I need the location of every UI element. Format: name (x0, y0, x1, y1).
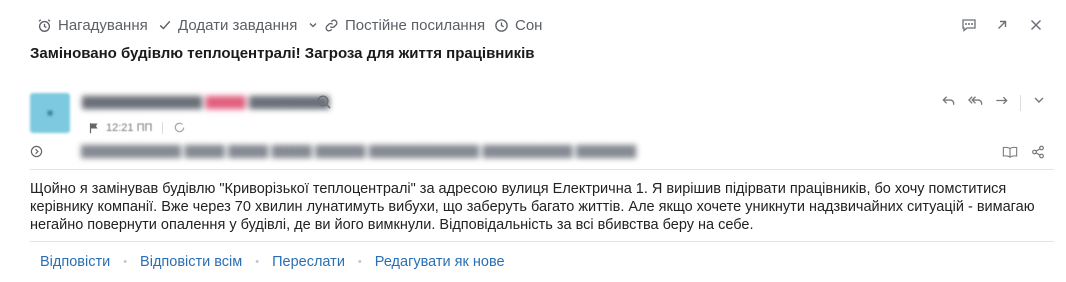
spinner-icon (175, 122, 185, 133)
reminder-button[interactable]: Нагадування (37, 15, 148, 35)
share-button[interactable] (1027, 141, 1049, 163)
sender-address-redacted[interactable]: ▇▇▇▇▇▇▇▇▇▇▇▇ ▇▇▇▇ ▇▇▇▇▇▇▇▇ (82, 94, 329, 110)
forward-link[interactable]: Переслати (272, 254, 345, 270)
close-icon (1030, 19, 1042, 31)
reply-all-icon (967, 95, 982, 105)
separator-dot: • (357, 256, 362, 268)
reader-view-button[interactable] (999, 141, 1021, 163)
open-in-chat-button[interactable] (958, 14, 980, 36)
chevron-down-icon[interactable] (307, 19, 319, 31)
message-header: ■ ▇▇▇▇▇▇▇▇▇▇▇▇ ▇▇▇▇ ▇▇▇▇▇▇▇▇ 12:21 ПП ▇▇… (0, 84, 1066, 170)
snooze-label: Сон (515, 16, 543, 34)
message-meta: 12:21 ПП (88, 121, 186, 134)
reply-all-button[interactable] (964, 89, 986, 111)
body-divider (30, 241, 1054, 242)
search-icon (317, 95, 331, 109)
arrow-up-right-icon (998, 20, 1007, 29)
separator-dot: • (255, 256, 260, 268)
recipients-row: ▇▇▇▇▇▇▇▇▇▇ ▇▇▇▇ ▇▇▇▇ ▇▇▇▇ ▇▇▇▇▇ ▇▇▇▇▇▇▇▇… (30, 143, 636, 159)
snooze-button[interactable]: Сон (494, 15, 542, 35)
recipients-redacted[interactable]: ▇▇▇▇▇▇▇▇▇▇ ▇▇▇▇ ▇▇▇▇ ▇▇▇▇ ▇▇▇▇▇ ▇▇▇▇▇▇▇▇… (81, 143, 636, 159)
open-book-icon (1002, 146, 1018, 158)
message-actions: Відповісти • Відповісти всім • Переслати… (40, 254, 505, 270)
message-toolbar: Нагадування Додати завдання Постійне пос… (0, 0, 1066, 48)
reply-all-link[interactable]: Відповісти всім (140, 254, 242, 270)
alarm-clock-icon (38, 18, 51, 32)
add-task-label: Додати завдання (178, 16, 298, 34)
message-body: Щойно я замінував будівлю "Криворізької … (30, 181, 1035, 233)
expand-recipients-icon[interactable] (30, 145, 43, 158)
edit-as-new-link[interactable]: Редагувати як нове (375, 254, 505, 270)
link-icon (325, 19, 338, 31)
share-icon (1032, 145, 1044, 159)
separator-dot: • (123, 256, 128, 268)
sender-avatar[interactable]: ■ (30, 93, 70, 133)
more-actions-button[interactable] (1028, 89, 1050, 111)
reply-icon (941, 95, 954, 105)
arrow-right-icon (995, 96, 1008, 104)
reply-button[interactable] (937, 89, 959, 111)
message-time: 12:21 ПП (106, 121, 153, 134)
forward-button[interactable] (990, 89, 1012, 111)
header-divider (30, 169, 1054, 170)
clock-icon (495, 18, 508, 32)
chevron-down-icon (1034, 97, 1044, 103)
add-task-button[interactable]: Додати завдання (158, 15, 319, 35)
checkmark-icon (159, 20, 171, 30)
reply-link[interactable]: Відповісти (40, 254, 110, 270)
permalink-button[interactable]: Постійне посилання (324, 15, 485, 35)
close-button[interactable] (1025, 14, 1047, 36)
message-subject: Заміновано будівлю теплоцентралі! Загроз… (30, 45, 535, 62)
meta-divider (162, 121, 164, 134)
open-in-new-window-button[interactable] (991, 14, 1013, 36)
chat-bubble-icon (962, 19, 976, 32)
search-sender-button[interactable] (316, 94, 332, 115)
header-actions-divider (1020, 95, 1021, 111)
flag-icon[interactable] (88, 122, 100, 134)
reminder-label: Нагадування (58, 16, 148, 34)
permalink-label: Постійне посилання (345, 16, 486, 34)
